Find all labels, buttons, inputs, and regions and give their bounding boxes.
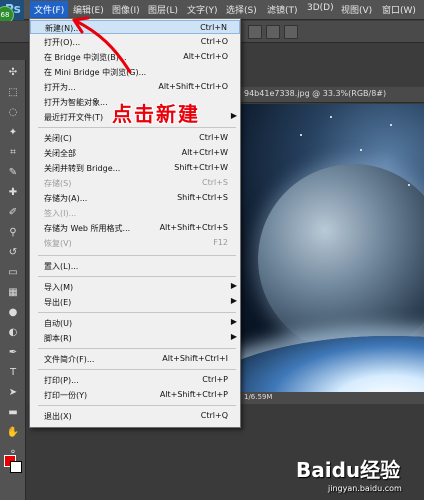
option-button[interactable]	[284, 25, 298, 39]
menu-item-open-as[interactable]: 打开为... Alt+Shift+Ctrl+O	[30, 80, 240, 94]
star	[300, 134, 302, 136]
menu-separator	[38, 369, 236, 370]
submenu-arrow-icon: ▶	[230, 317, 237, 326]
status-bar: 1/6.59M	[240, 392, 424, 404]
document-tab[interactable]: 94b41e7338.jpg @ 33.3%(RGB/8#)	[240, 87, 424, 103]
menu-item-save-as[interactable]: 存储为(A)... Shift+Ctrl+S	[30, 191, 240, 205]
annotation-text: 点击新建	[112, 102, 200, 126]
menu-item-print[interactable]: 打印(P)... Ctrl+P	[30, 373, 240, 387]
annotation-arrow-icon	[72, 16, 132, 74]
path-selection-tool-icon[interactable]: ➤	[5, 386, 21, 400]
menu-item-close-all[interactable]: 关闭全部 Alt+Ctrl+W	[30, 146, 240, 160]
shape-tool-icon[interactable]: ▬	[5, 406, 21, 420]
menu-item-revert[interactable]: 恢复(V) F12	[30, 236, 240, 250]
menu-type[interactable]: 文字(Y)	[187, 3, 218, 16]
tools-panel: ✣ ⬚ ◌ ✦ ⌗ ✎ ✚ ✐ ⚲ ↺ ▭ ▦ ● ◐ ✒ T ➤ ▬ ✋ ⚬	[0, 60, 26, 500]
submenu-arrow-icon: ▶	[230, 111, 237, 120]
pen-tool-icon[interactable]: ✒	[5, 346, 21, 360]
menu-select[interactable]: 选择(S)	[226, 3, 257, 16]
menu-separator	[38, 127, 236, 128]
submenu-arrow-icon: ▶	[230, 296, 237, 305]
option-button[interactable]	[266, 25, 280, 39]
horizon-glow-image	[240, 336, 424, 392]
star	[390, 124, 392, 126]
eraser-tool-icon[interactable]: ▭	[5, 266, 21, 280]
eyedropper-tool-icon[interactable]: ✎	[5, 166, 21, 180]
menu-item-save[interactable]: 存储(S) Ctrl+S	[30, 176, 240, 190]
menu-separator	[38, 405, 236, 406]
menu-3d[interactable]: 3D(D)	[307, 3, 334, 13]
menu-item-close-go-bridge[interactable]: 关闭并转到 Bridge... Shift+Ctrl+W	[30, 161, 240, 175]
menu-item-export[interactable]: 导出(E) ▶	[30, 295, 240, 309]
submenu-arrow-icon: ▶	[230, 281, 237, 290]
option-button[interactable]	[248, 25, 262, 39]
planet-image	[258, 164, 424, 354]
menu-item-import[interactable]: 导入(M) ▶	[30, 280, 240, 294]
crop-tool-icon[interactable]: ⌗	[5, 146, 21, 160]
menu-separator	[38, 255, 236, 256]
blur-tool-icon[interactable]: ●	[5, 306, 21, 320]
menu-item-place[interactable]: 置入(L)...	[30, 259, 240, 273]
watermark-url: jingyan.baidu.com	[328, 484, 402, 493]
star	[360, 149, 362, 151]
clone-stamp-tool-icon[interactable]: ⚲	[5, 226, 21, 240]
menu-layer[interactable]: 图层(L)	[148, 3, 178, 16]
menu-item-print-one-copy[interactable]: 打印一份(Y) Alt+Shift+Ctrl+P	[30, 388, 240, 402]
dodge-tool-icon[interactable]: ◐	[5, 326, 21, 340]
healing-brush-tool-icon[interactable]: ✚	[5, 186, 21, 200]
brush-tool-icon[interactable]: ✐	[5, 206, 21, 220]
menu-item-check-in[interactable]: 签入(I)...	[30, 206, 240, 220]
menu-separator	[38, 348, 236, 349]
submenu-arrow-icon: ▶	[230, 332, 237, 341]
move-tool-icon[interactable]: ✣	[5, 66, 21, 80]
magic-wand-tool-icon[interactable]: ✦	[5, 126, 21, 140]
menu-item-save-for-web[interactable]: 存储为 Web 所用格式... Alt+Shift+Ctrl+S	[30, 221, 240, 235]
watermark-logo: Baidu经验	[296, 458, 401, 482]
baidu-watermark: Baidu经验 jingyan.baidu.com	[292, 452, 420, 498]
menu-item-close[interactable]: 关闭(C) Ctrl+W	[30, 131, 240, 145]
file-menu-dropdown: 新建(N)... Ctrl+N 打开(O)... Ctrl+O 在 Bridge 中…	[29, 18, 241, 428]
star	[330, 116, 332, 118]
menu-item-file-info[interactable]: 文件简介(F)... Alt+Shift+Ctrl+I	[30, 352, 240, 366]
menu-item-exit[interactable]: 退出(X) Ctrl+Q	[30, 409, 240, 423]
menu-separator	[38, 312, 236, 313]
menu-separator	[38, 276, 236, 277]
menu-item-scripts[interactable]: 脚本(R) ▶	[30, 331, 240, 345]
marquee-tool-icon[interactable]: ⬚	[5, 86, 21, 100]
type-tool-icon[interactable]: T	[5, 366, 21, 380]
menu-view[interactable]: 视图(V)	[341, 3, 372, 16]
menu-window[interactable]: 窗口(W)	[382, 3, 416, 16]
history-brush-tool-icon[interactable]: ↺	[5, 246, 21, 260]
menu-filter[interactable]: 滤镜(T)	[267, 3, 298, 16]
menu-item-automate[interactable]: 自动(U) ▶	[30, 316, 240, 330]
document-canvas[interactable]	[240, 104, 424, 392]
status-text: 1/6.59M	[244, 393, 273, 401]
hand-tool-icon[interactable]: ✋	[5, 426, 21, 440]
star	[408, 184, 410, 186]
background-color-swatch[interactable]	[10, 461, 22, 473]
gradient-tool-icon[interactable]: ▦	[5, 286, 21, 300]
document-tab-title: 94b41e7338.jpg @ 33.3%(RGB/8#)	[244, 89, 387, 98]
lasso-tool-icon[interactable]: ◌	[5, 106, 21, 120]
